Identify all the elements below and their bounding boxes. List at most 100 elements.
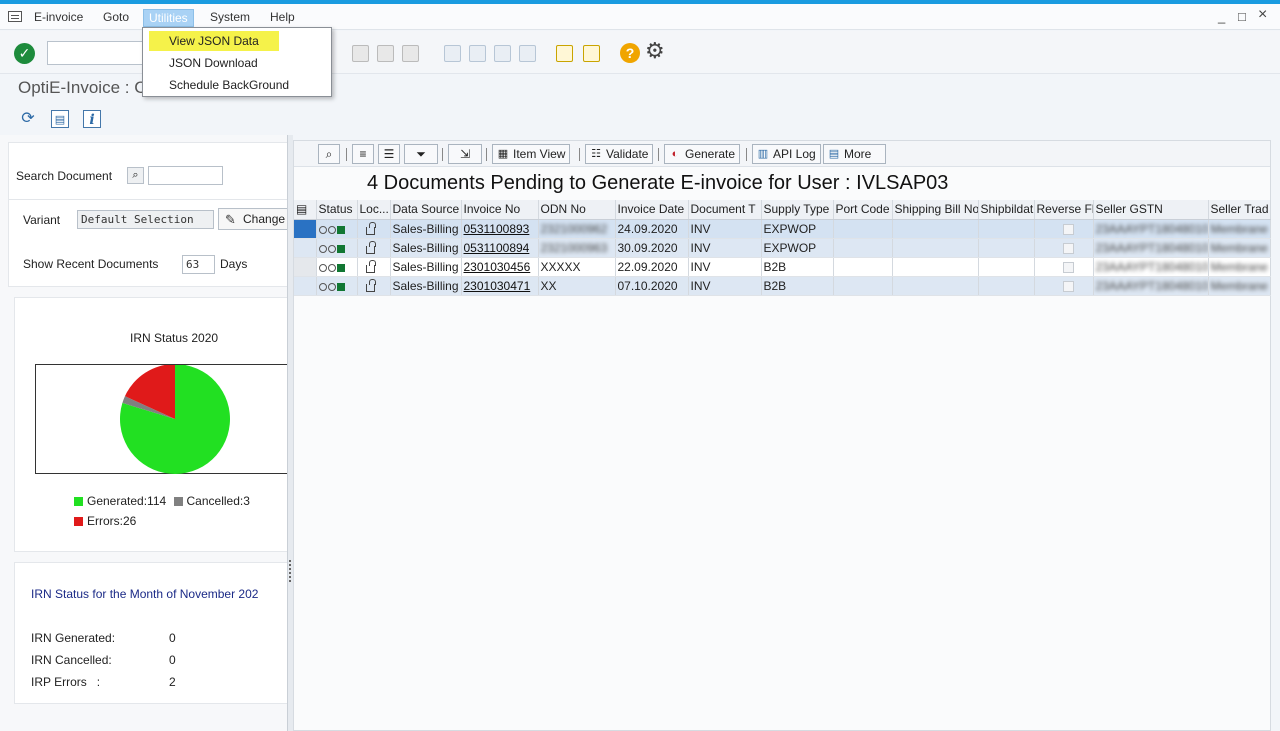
invoice-date-cell: 22.09.2020 bbox=[615, 257, 689, 277]
generate-button[interactable]: ◐ Generate bbox=[664, 144, 741, 164]
pie-chart bbox=[120, 364, 230, 474]
application-toolbar: ⟳ ▤ i bbox=[0, 104, 1280, 134]
maximize-icon[interactable]: □ bbox=[1238, 10, 1246, 23]
menu-item-schedule-background[interactable]: Schedule BackGround bbox=[149, 75, 309, 95]
document-type-cell: INV bbox=[688, 238, 762, 258]
enter-checkmark-icon[interactable]: ✓ bbox=[14, 43, 35, 64]
find-next-icon[interactable] bbox=[402, 45, 419, 62]
menu-goto[interactable]: Goto bbox=[98, 9, 134, 25]
new-session-icon[interactable] bbox=[556, 45, 573, 62]
document-type-cell: INV bbox=[688, 257, 762, 277]
row-selector-header[interactable]: ▤ bbox=[294, 200, 317, 220]
filter-icon[interactable]: ⏷ bbox=[404, 144, 438, 164]
odn-no-cell: XXXXX bbox=[538, 257, 616, 277]
column-header[interactable]: Supply Type bbox=[761, 200, 834, 220]
item-view-button[interactable]: ▦ Item View bbox=[492, 144, 571, 164]
invoice-no-cell: 2301030471 bbox=[461, 276, 539, 296]
column-header[interactable]: Seller Trad bbox=[1208, 200, 1271, 220]
previous-page-icon[interactable] bbox=[469, 45, 486, 62]
binoculars-icon[interactable]: ⌕ bbox=[127, 167, 144, 184]
menu-utilities[interactable]: Utilities bbox=[143, 9, 194, 27]
validate-button[interactable]: ☷ Validate bbox=[585, 144, 654, 164]
port-code-cell bbox=[833, 257, 893, 277]
table-row[interactable]: Sales-Billing 2301030471 XX 07.10.2020 INV B2… bbox=[294, 276, 1271, 296]
column-header[interactable]: Status bbox=[316, 200, 358, 220]
command-field[interactable] bbox=[47, 41, 147, 65]
column-header[interactable]: Shipping Bill No bbox=[892, 200, 979, 220]
invoice-no-cell: 0531100894 bbox=[461, 238, 539, 258]
export-icon[interactable]: ⇲ bbox=[448, 144, 482, 164]
sort-descending-icon[interactable]: ☰ bbox=[378, 144, 400, 164]
invoice-date-cell: 30.09.2020 bbox=[615, 238, 689, 258]
menu-einvoice[interactable]: E-invoice bbox=[29, 9, 88, 25]
unlock-icon bbox=[365, 240, 376, 254]
first-page-icon[interactable] bbox=[444, 45, 461, 62]
details-icon[interactable]: ⌕ bbox=[318, 144, 340, 164]
refresh-icon[interactable]: ⟳ bbox=[19, 110, 37, 128]
splitter-grip[interactable] bbox=[289, 560, 291, 582]
table-row[interactable]: Sales-Billing 0531100893 2321000962 24.09.2… bbox=[294, 219, 1271, 239]
change-variant-button[interactable]: ✎ Change bbox=[218, 208, 290, 230]
next-page-icon[interactable] bbox=[494, 45, 511, 62]
seller-trade-name-cell: Membrane bbox=[1208, 238, 1271, 258]
row-selector[interactable] bbox=[294, 257, 317, 277]
menu-system[interactable]: System bbox=[205, 9, 255, 25]
generated-swatch bbox=[74, 497, 83, 506]
invoice-date-cell: 24.09.2020 bbox=[615, 219, 689, 239]
column-header[interactable]: Invoice No bbox=[461, 200, 539, 220]
column-header[interactable]: Shipbildat bbox=[978, 200, 1035, 220]
menu-item-view-json-data[interactable]: View JSON Data bbox=[149, 31, 279, 51]
column-header[interactable]: Seller GSTN bbox=[1093, 200, 1209, 220]
legend-cancelled: Cancelled:3 bbox=[186, 494, 250, 508]
api-log-button[interactable]: ▥ API Log bbox=[752, 144, 821, 164]
column-header[interactable]: Port Code bbox=[833, 200, 893, 220]
table-row[interactable]: Sales-Billing 2301030456 XXXXX 22.09.2020 IN… bbox=[294, 257, 1271, 277]
menu-help[interactable]: Help bbox=[265, 9, 300, 25]
column-header[interactable]: Reverse Fl bbox=[1034, 200, 1094, 220]
layout-icon[interactable]: ▤ bbox=[51, 110, 69, 128]
legend-errors: Errors:26 bbox=[87, 514, 137, 528]
status-ring-icon bbox=[318, 225, 327, 234]
menu-icon[interactable] bbox=[8, 11, 22, 22]
invoice-no-link[interactable]: 2301030471 bbox=[464, 279, 531, 293]
gear-icon[interactable]: ⚙ bbox=[645, 39, 665, 63]
selection-card: Search Document ⌕ Variant Default Select… bbox=[8, 142, 290, 287]
column-header[interactable]: Invoice Date bbox=[615, 200, 689, 220]
invoice-no-link[interactable]: 0531100893 bbox=[464, 222, 530, 236]
minimize-icon[interactable]: _ bbox=[1218, 10, 1225, 23]
table-row[interactable]: Sales-Billing 0531100894 2321000963 30.09.2… bbox=[294, 238, 1271, 258]
row-selector[interactable] bbox=[294, 219, 317, 239]
shortcut-icon[interactable] bbox=[583, 45, 600, 62]
row-selector[interactable] bbox=[294, 238, 317, 258]
row-selector[interactable] bbox=[294, 276, 317, 296]
reverse-flag-checkbox[interactable] bbox=[1062, 223, 1074, 235]
find-icon[interactable] bbox=[377, 45, 394, 62]
more-button[interactable]: ▤ More bbox=[823, 144, 887, 164]
reverse-flag-checkbox[interactable] bbox=[1062, 242, 1074, 254]
reverse-flag-checkbox[interactable] bbox=[1062, 280, 1074, 292]
status-ring-icon bbox=[327, 263, 336, 272]
seller-gstn-cell: 23AAAYPT18048010 bbox=[1093, 276, 1209, 296]
reverse-flag-cell bbox=[1034, 257, 1094, 277]
close-icon[interactable]: × bbox=[1258, 7, 1267, 23]
sort-icon[interactable]: ≡ bbox=[352, 144, 374, 164]
info-icon[interactable]: i bbox=[83, 110, 101, 128]
menu-item-json-download[interactable]: JSON Download bbox=[149, 53, 278, 73]
invoice-no-link[interactable]: 0531100894 bbox=[464, 241, 530, 255]
search-document-input[interactable] bbox=[148, 166, 223, 185]
chart-frame bbox=[35, 364, 295, 474]
column-header[interactable]: Loc... bbox=[357, 200, 391, 220]
column-header[interactable]: ODN No bbox=[538, 200, 616, 220]
column-header[interactable]: Data Source bbox=[390, 200, 462, 220]
divider bbox=[9, 199, 287, 200]
seller-gstn-value: 23AAAYPT18048010 bbox=[1095, 259, 1208, 274]
invoice-no-link[interactable]: 2301030456 bbox=[464, 260, 531, 274]
variant-field[interactable]: Default Selection bbox=[77, 210, 214, 229]
unlock-icon bbox=[365, 278, 376, 292]
column-header[interactable]: Document T bbox=[688, 200, 762, 220]
reverse-flag-checkbox[interactable] bbox=[1062, 261, 1074, 273]
print-icon[interactable] bbox=[352, 45, 369, 62]
last-page-icon[interactable] bbox=[519, 45, 536, 62]
recent-days-input[interactable]: 63 bbox=[182, 255, 215, 274]
help-icon[interactable]: ? bbox=[620, 43, 640, 63]
